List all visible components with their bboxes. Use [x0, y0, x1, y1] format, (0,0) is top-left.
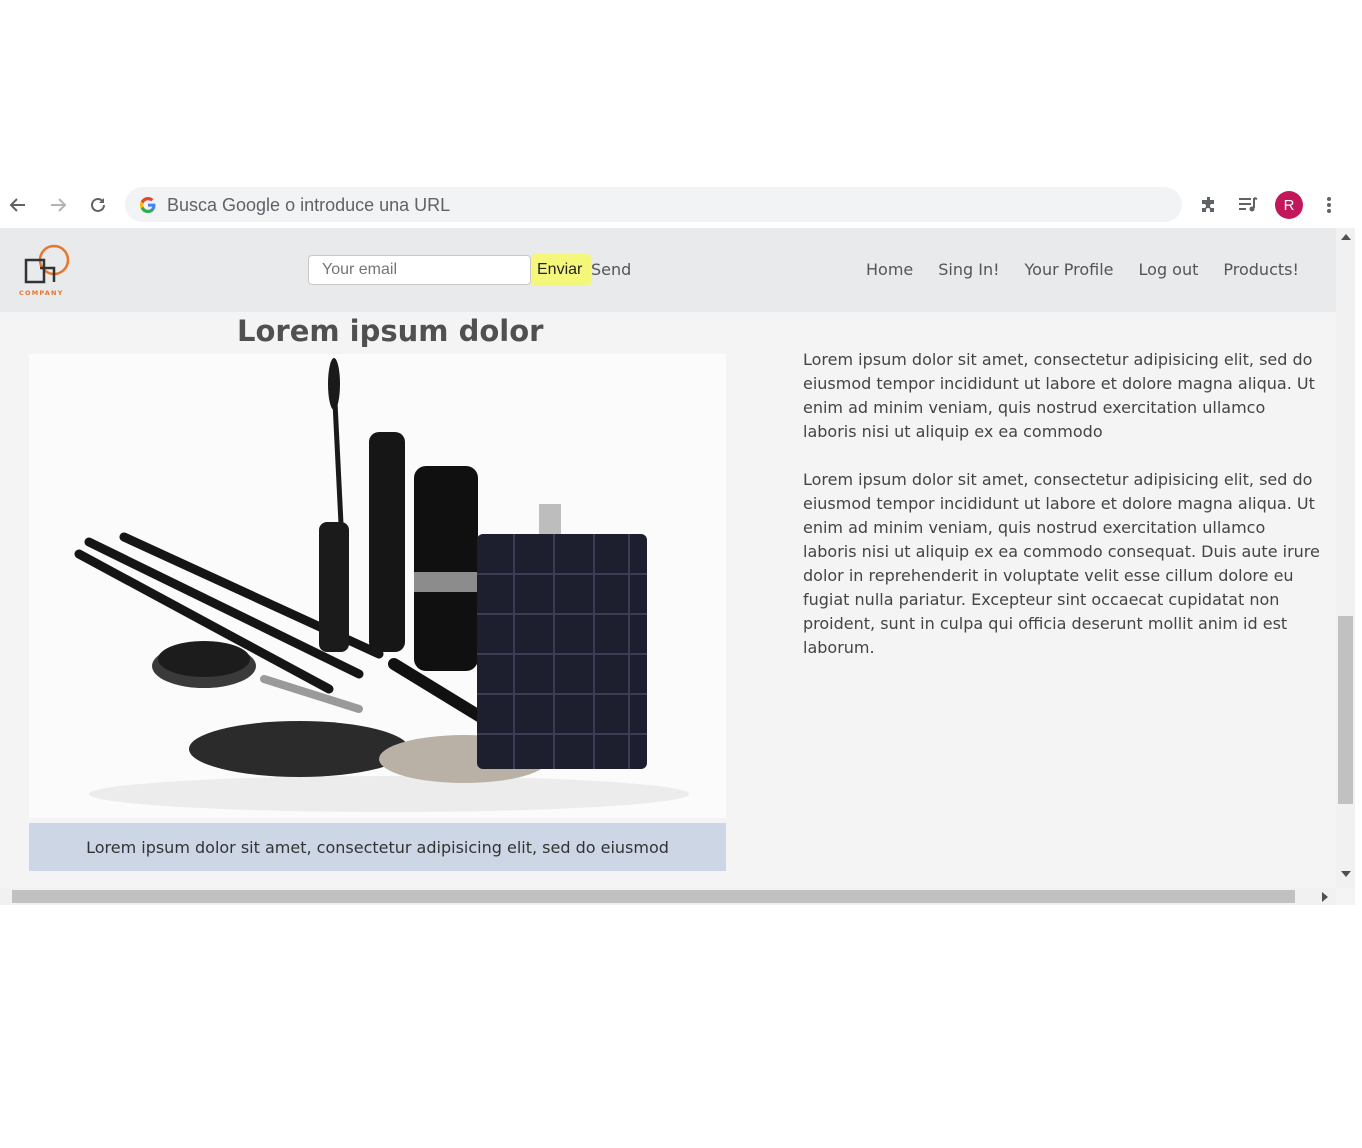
nav-log-out[interactable]: Log out	[1139, 260, 1199, 279]
extensions-icon[interactable]	[1197, 193, 1221, 217]
omnibox-input[interactable]	[167, 193, 1147, 217]
browser-toolbar: R	[0, 182, 1362, 228]
page-viewport: COMPANY Enviar Send Home Sing In! Your P…	[0, 228, 1355, 905]
svg-text:COMPANY: COMPANY	[19, 289, 64, 297]
media-queue-icon[interactable]	[1236, 193, 1260, 217]
scroll-up-arrow-icon[interactable]	[1341, 234, 1351, 240]
main-nav: Home Sing In! Your Profile Log out Produ…	[866, 260, 1324, 279]
nav-products[interactable]: Products!	[1223, 260, 1299, 279]
site-header: COMPANY Enviar Send Home Sing In! Your P…	[0, 228, 1336, 312]
send-label: Send	[591, 260, 632, 279]
profile-avatar[interactable]: R	[1275, 191, 1303, 219]
paragraph: Lorem ipsum dolor sit amet, consectetur …	[803, 470, 1320, 657]
scroll-down-arrow-icon[interactable]	[1341, 871, 1351, 877]
enviar-button[interactable]: Enviar	[531, 254, 591, 286]
text-column: Lorem ipsum dolor sit amet, consectetur …	[803, 348, 1323, 684]
nav-your-profile[interactable]: Your Profile	[1025, 260, 1114, 279]
back-icon[interactable]	[6, 193, 30, 217]
horizontal-scrollbar-thumb[interactable]	[12, 890, 1295, 903]
image-caption: Lorem ipsum dolor sit amet, consectetur …	[29, 823, 726, 871]
scroll-right-arrow-icon[interactable]	[1322, 892, 1328, 902]
vertical-scrollbar[interactable]	[1336, 228, 1355, 888]
google-icon	[139, 196, 156, 214]
horizontal-scrollbar[interactable]	[0, 888, 1336, 905]
cosmetics-product-image	[29, 354, 726, 818]
omnibox[interactable]	[125, 187, 1182, 222]
email-input[interactable]	[308, 255, 531, 285]
reload-icon[interactable]	[86, 193, 110, 217]
nav-home[interactable]: Home	[866, 260, 913, 279]
forward-icon[interactable]	[46, 193, 70, 217]
page-heading: Lorem ipsum dolor	[237, 314, 544, 348]
company-logo[interactable]: COMPANY	[18, 238, 78, 300]
vertical-scrollbar-thumb[interactable]	[1338, 616, 1353, 804]
paragraph: Lorem ipsum dolor sit amet, consectetur …	[803, 350, 1315, 441]
nav-sign-in[interactable]: Sing In!	[938, 260, 999, 279]
more-menu-icon[interactable]	[1317, 193, 1341, 217]
